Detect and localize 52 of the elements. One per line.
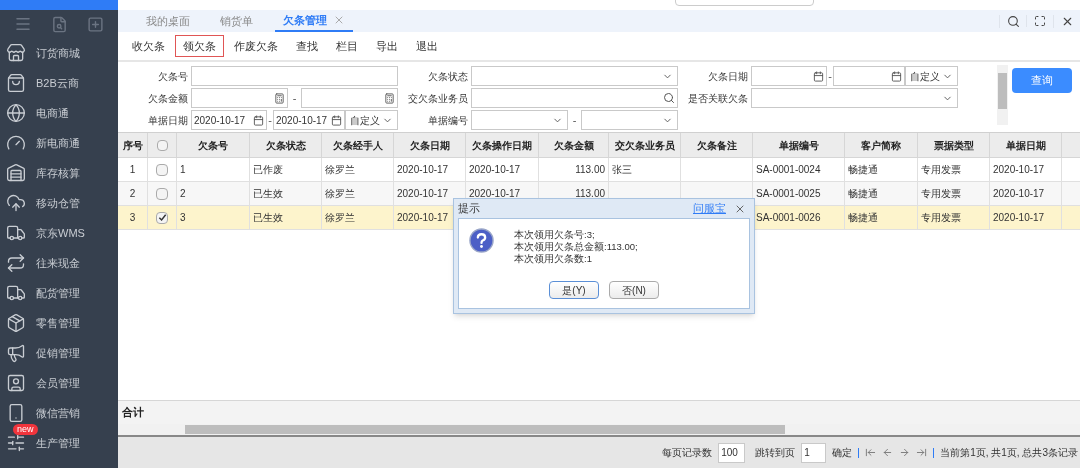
field-label: 单据编号 [427, 113, 468, 128]
field-label: 单据日期 [147, 113, 188, 128]
range-separator: - [267, 112, 273, 128]
field-label: 欠条号 [157, 69, 188, 84]
dialog-message: 本次领用欠条总金额:113.00; [514, 241, 638, 253]
table-cell-text: 专用发票 [921, 163, 961, 177]
dialog-message: 本次领用欠条数:1 [514, 253, 593, 265]
table-cell-text: SA-0001-0025 [756, 187, 821, 201]
table-cell-text: 113.00 [575, 187, 605, 201]
field-label: 交欠条业务员 [407, 91, 468, 106]
table-cell-text: 2020-10-17 [397, 187, 449, 201]
table-cell-text: 2 [180, 187, 186, 201]
table-cell-text: 2020-10-17 [469, 163, 521, 177]
table-cell-text: 113.00 [575, 163, 605, 177]
table-cell-text: 2 [129, 187, 136, 201]
table-cell-text: 2020-10-17 [397, 163, 449, 177]
table-cell-text: 徐罗兰 [325, 211, 355, 225]
field-label: 欠条日期 [707, 69, 748, 84]
field-label: 欠条金额 [147, 91, 188, 106]
table-cell-text: 畅捷通 [848, 163, 878, 177]
table-cell-text: 3 [129, 211, 136, 225]
table-cell-text: 专用发票 [921, 187, 961, 201]
table-cell-text: 专用发票 [921, 211, 961, 225]
dialog-message: 本次领用欠条号:3; [514, 229, 596, 241]
table-cell-text: SA-0001-0026 [756, 211, 821, 225]
table-cell-text: 已生效 [253, 211, 283, 225]
table-cell-text: 2020-10-17 [993, 211, 1045, 225]
table-cell-text: SA-0001-0024 [756, 163, 821, 177]
table-cell-text: 1 [180, 163, 186, 177]
table-cell-text: 已作废 [253, 163, 283, 177]
page-size-label: 每页记录数 [662, 446, 713, 460]
range-separator: - [827, 68, 833, 84]
goto-label: 跳转到页 [755, 446, 796, 460]
range-separator: - [571, 112, 578, 128]
table-cell-text: 畅捷通 [848, 187, 878, 201]
table-cell-text: 2020-10-17 [993, 187, 1045, 201]
table-cell-text: 徐罗兰 [325, 187, 355, 201]
table-cell-text: 已生效 [253, 187, 283, 201]
table-cell-text: 张三 [612, 163, 632, 177]
total-label: 合计 [121, 405, 144, 421]
table-cell-text: 徐罗兰 [325, 163, 355, 177]
table-cell-text: 2020-10-17 [993, 163, 1045, 177]
table-cell-text: 3 [180, 211, 186, 225]
table-cell-text: 2020-10-17 [469, 187, 521, 201]
field-label: 欠条状态 [427, 69, 468, 84]
table-cell-text: 1 [129, 163, 136, 177]
new-badge: new [13, 424, 38, 435]
field-label: 是否关联欠条 [687, 91, 748, 106]
table-cell-text: 2020-10-17 [397, 211, 449, 225]
range-separator: - [291, 90, 298, 106]
table-cell-text: 畅捷通 [848, 211, 878, 225]
page-summary: 当前第1页, 共1页, 总共3条记录 [940, 446, 1078, 460]
